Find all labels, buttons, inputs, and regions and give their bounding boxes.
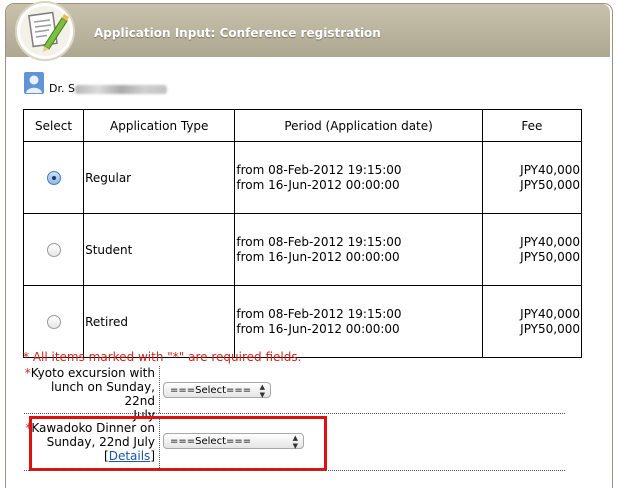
- app-logo-icon: [14, 0, 76, 62]
- period-end: from 16-Jun-2012 00:00:00: [236, 177, 400, 192]
- kawadoko-dinner-select[interactable]: ===Select=== ▲ ▼: [163, 433, 304, 450]
- radio-regular[interactable]: [46, 170, 61, 185]
- period-cell: from 08-Feb-2012 19:15:00 from 16-Jun-20…: [234, 141, 483, 214]
- field-divider: [24, 413, 565, 414]
- application-table: Select Application Type Period (Applicat…: [22, 109, 583, 358]
- select-arrows-icon: ▲ ▼: [259, 383, 265, 399]
- select-cell: [22, 141, 85, 214]
- table-row: Regular from 08-Feb-2012 19:15:00 from 1…: [22, 141, 583, 214]
- application-type-cell: Regular: [83, 141, 236, 214]
- application-type-cell: Retired: [83, 285, 236, 358]
- column-header-fee: Fee: [481, 109, 583, 142]
- fee-cell: JPY40,000 JPY50,000: [481, 213, 583, 286]
- period-start: from 08-Feb-2012 19:15:00: [236, 162, 402, 177]
- kyoto-excursion-select[interactable]: ===Select=== ▲ ▼: [163, 382, 271, 399]
- column-header-select: Select: [22, 109, 85, 142]
- select-cell: [22, 213, 85, 286]
- period-start: from 08-Feb-2012 19:15:00: [236, 234, 402, 249]
- table-row: Retired from 08-Feb-2012 19:15:00 from 1…: [22, 285, 583, 358]
- field-divider-vertical: [159, 416, 160, 468]
- fee-late: JPY50,000: [520, 321, 580, 336]
- application-type-cell: Student: [83, 213, 236, 286]
- kawadoko-dinner-label: *Kawadoko Dinner on Sunday, 22nd July [D…: [24, 421, 155, 463]
- dinner-label-line-1: Kawadoko Dinner on: [31, 421, 155, 435]
- field-divider: [24, 470, 565, 471]
- page-title: Application Input: Conference registrati…: [94, 26, 381, 40]
- radio-student[interactable]: [46, 242, 61, 257]
- dinner-label-line-2: Sunday, 22nd July: [46, 435, 155, 449]
- required-fields-note: * All items marked with "*" are required…: [23, 350, 302, 364]
- period-end: from 16-Jun-2012 00:00:00: [236, 321, 400, 336]
- fee-late: JPY50,000: [520, 249, 580, 264]
- column-header-application-type: Application Type: [83, 109, 236, 142]
- period-end: from 16-Jun-2012 00:00:00: [236, 249, 400, 264]
- dinner-select-value: ===Select===: [170, 436, 252, 447]
- kyoto-select-value: ===Select===: [170, 385, 252, 396]
- kyoto-label-line-1: Kyoto excursion with: [30, 366, 155, 380]
- select-arrows-icon: ▲ ▼: [292, 434, 298, 450]
- field-divider-vertical: [159, 366, 160, 413]
- fee-late: JPY50,000: [520, 177, 580, 192]
- select-cell: [22, 285, 85, 358]
- fee-early: JPY40,000: [520, 162, 580, 177]
- fee-early: JPY40,000: [520, 306, 580, 321]
- user-name-prefix: Dr. S: [49, 82, 75, 95]
- period-cell: from 08-Feb-2012 19:15:00 from 16-Jun-20…: [234, 213, 483, 286]
- column-header-period: Period (Application date): [234, 109, 483, 142]
- user-icon: [24, 72, 44, 94]
- period-cell: from 08-Feb-2012 19:15:00 from 16-Jun-20…: [234, 285, 483, 358]
- radio-retired[interactable]: [46, 314, 61, 329]
- period-start: from 08-Feb-2012 19:15:00: [236, 306, 402, 321]
- header-bar: Application Input: Conference registrati…: [6, 4, 610, 57]
- fee-early: JPY40,000: [520, 234, 580, 249]
- kyoto-label-line-2: lunch on Sunday, 22nd: [50, 380, 155, 408]
- details-bracket-close: ]: [150, 449, 155, 463]
- fee-cell: JPY40,000 JPY50,000: [481, 141, 583, 214]
- table-header-row: Select Application Type Period (Applicat…: [22, 109, 583, 142]
- details-link[interactable]: Details: [109, 449, 151, 463]
- user-name: Dr. S: [49, 82, 167, 95]
- fee-cell: JPY40,000 JPY50,000: [481, 285, 583, 358]
- table-row: Student from 08-Feb-2012 19:15:00 from 1…: [22, 213, 583, 286]
- redacted-name: [74, 84, 167, 94]
